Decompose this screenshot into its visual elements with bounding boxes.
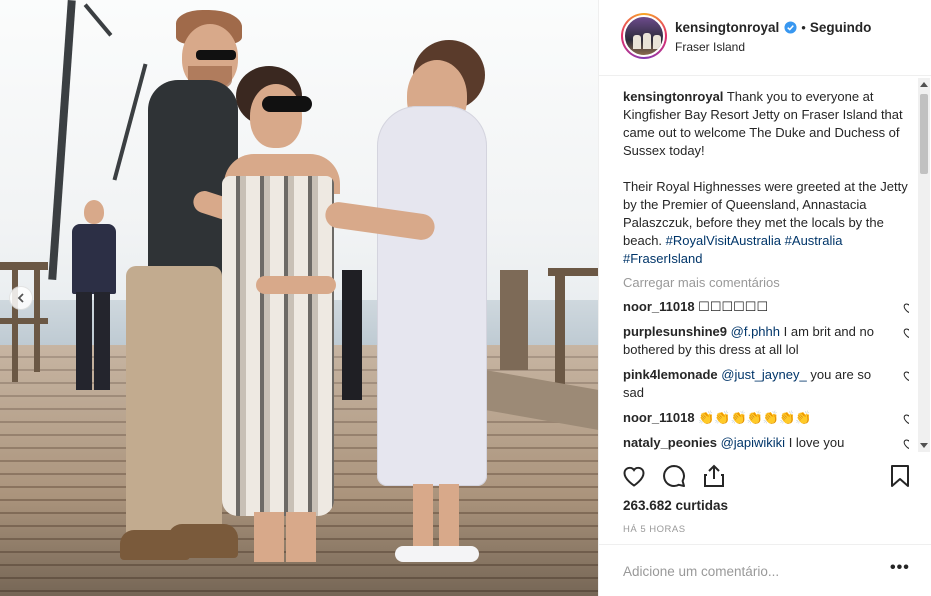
heart-icon[interactable] [621, 463, 647, 489]
scroll-up-arrow-icon[interactable] [918, 78, 930, 90]
comment-icon[interactable] [661, 463, 687, 489]
post-photo[interactable] [0, 0, 598, 596]
hashtag-link[interactable]: #Australia [785, 233, 843, 248]
comment-mention[interactable]: @japiwikiki [721, 435, 786, 450]
follow-status-button[interactable]: Seguindo [810, 20, 872, 35]
comment-item: pink4lemonade @just_jayney_ you are so s… [623, 366, 909, 402]
bookmark-icon[interactable] [887, 463, 913, 489]
post-caption: kensingtonroyal Thank you to everyone at… [623, 88, 909, 268]
comment-username[interactable]: pink4lemonade [623, 367, 718, 382]
comment-item: noor_11018 👏👏👏👏👏👏👏 [623, 409, 909, 427]
location-link[interactable]: Fraser Island [675, 40, 745, 54]
comment-mention[interactable]: @just_jayney_ [721, 367, 806, 382]
comment-text: 👏👏👏👏👏👏👏 [698, 410, 812, 425]
comment-like-icon[interactable] [902, 412, 909, 425]
caption-username[interactable]: kensingtonroyal [623, 89, 723, 104]
chevron-left-icon [17, 293, 24, 303]
comment-username[interactable]: nataly_peonies [623, 435, 717, 450]
rail-left [0, 262, 48, 270]
comment-like-icon[interactable] [902, 369, 909, 382]
separator-dot: • [801, 20, 806, 35]
comment-like-icon[interactable] [902, 326, 909, 339]
comment-mention[interactable]: @f.phhh [731, 324, 780, 339]
comment-like-icon[interactable] [902, 301, 909, 314]
scrollbar-thumb[interactable] [920, 94, 928, 174]
hashtag-link[interactable]: #RoyalVisitAustralia [666, 233, 781, 248]
carousel-prev-button[interactable] [9, 286, 33, 310]
comment-like-icon[interactable] [902, 437, 909, 450]
comment-item: nataly_peonies @japiwikiki I love you [623, 434, 909, 452]
person-background [64, 200, 124, 390]
comment-item: purplesunshine9 @f.phhh I am brit and no… [623, 323, 909, 359]
more-options-button[interactable]: ••• [890, 560, 910, 581]
post-header: kensingtonroyal • Seguindo Fraser Island [599, 0, 931, 76]
scroll-down-arrow-icon[interactable] [918, 440, 930, 452]
post-sidebar: kensingtonroyal • Seguindo Fraser Island… [598, 0, 931, 596]
post-actions [599, 455, 931, 495]
hashtag-link[interactable]: #FraserIsland [623, 251, 702, 266]
comment-username[interactable]: noor_11018 [623, 299, 695, 314]
comments-scrollbar[interactable] [918, 78, 930, 452]
post-right [500, 270, 528, 370]
comment-text: I love you [788, 435, 845, 450]
add-comment-input[interactable] [623, 560, 863, 582]
verified-badge-icon [784, 21, 797, 34]
post-timestamp[interactable]: HÁ 5 HORAS [623, 524, 686, 535]
author-username[interactable]: kensingtonroyal [675, 20, 779, 35]
avatar[interactable] [621, 13, 667, 59]
load-more-comments-link[interactable]: Carregar mais comentários [623, 274, 909, 292]
likes-count[interactable]: 263.682 curtidas [623, 498, 728, 513]
comment-username[interactable]: noor_11018 [623, 410, 695, 425]
share-icon[interactable] [701, 463, 727, 489]
comments-list[interactable]: kensingtonroyal Thank you to everyone at… [623, 88, 909, 452]
comment-item: noor_11018 ☐☐☐☐☐☐ [623, 298, 909, 316]
comment-username[interactable]: purplesunshine9 [623, 324, 727, 339]
comment-text: ☐☐☐☐☐☐ [698, 299, 769, 314]
person-woman-right [323, 40, 500, 570]
add-comment-bar: ••• [599, 544, 931, 596]
